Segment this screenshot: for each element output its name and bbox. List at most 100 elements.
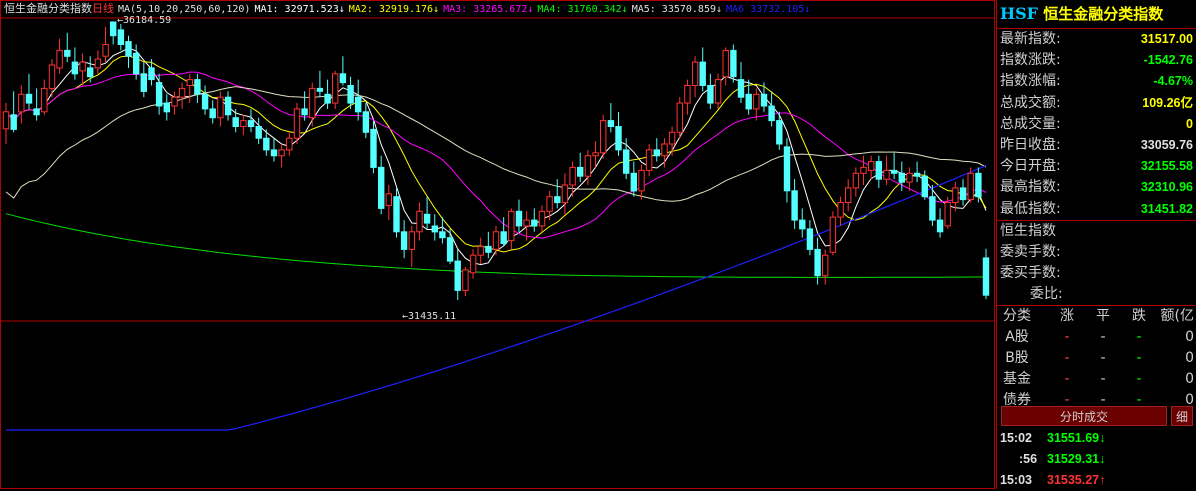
- arrow-up-icon: ↑: [1099, 473, 1106, 487]
- kline-chart[interactable]: 恒生金融分类指数日线 MA(5,10,20,250,60,120) MA1: 329…: [0, 0, 995, 489]
- candle: [332, 73, 339, 104]
- candle: [783, 146, 791, 192]
- trade-price-value: 31529.31: [1047, 452, 1100, 466]
- candle: [25, 93, 33, 104]
- candle: [967, 172, 974, 201]
- candle: [898, 172, 905, 183]
- breakdown-cell-up: -: [1064, 371, 1070, 388]
- candle: [714, 79, 722, 104]
- candle: [837, 202, 844, 218]
- candle: [638, 169, 645, 192]
- chart-period[interactable]: 日线: [92, 2, 114, 15]
- candle: [676, 102, 683, 133]
- trade-time: :56: [1019, 452, 1038, 466]
- tab-detail[interactable]: 细: [1171, 406, 1193, 426]
- candle: [117, 29, 125, 45]
- candle: [515, 210, 523, 227]
- candle: [370, 128, 377, 168]
- candle: [446, 237, 454, 262]
- candle: [87, 67, 94, 78]
- candle: [860, 166, 867, 174]
- breakdown-cell-name: B股: [1005, 350, 1029, 367]
- breakdown-cell-name: 基金: [1003, 371, 1031, 388]
- quote-value: 31451.82: [1140, 201, 1193, 216]
- quote-label: 指数涨幅:: [1000, 73, 1061, 90]
- candle: [316, 87, 324, 92]
- chart-title: 恒生金融分类指数: [4, 2, 92, 15]
- candle: [217, 96, 224, 119]
- ma-value-1: MA1: 32971.523↓: [254, 4, 345, 15]
- candle: [286, 137, 293, 151]
- candle: [875, 161, 882, 180]
- breakdown-header-cell: 分类: [1003, 308, 1031, 325]
- ma-line-2: [5, 55, 987, 253]
- breakdown-header-cell: 平: [1096, 308, 1110, 325]
- candle: [71, 61, 79, 75]
- quote-list: 最新指数: 31517.00 指数涨跌: -1542.76 指数涨幅: -4.67% 总成交…: [997, 29, 1196, 220]
- breakdown-cell-amount: 0: [1185, 371, 1194, 388]
- trade-header: 分时成交 细: [997, 404, 1196, 426]
- candle: [577, 166, 584, 177]
- ma-value-6: MA6 33732.105↓: [726, 4, 811, 15]
- quote-label: 总成交量:: [1000, 115, 1061, 132]
- candle: [255, 126, 262, 139]
- breakdown-cell-down: -: [1136, 371, 1142, 388]
- order-label: 委卖手数:: [1000, 243, 1061, 260]
- candle: [546, 196, 553, 212]
- candle: [155, 82, 163, 107]
- candle: [799, 219, 806, 230]
- candle: [102, 44, 109, 57]
- candle: [64, 49, 71, 57]
- candle: [355, 96, 362, 113]
- candle: [921, 175, 928, 198]
- candle: [240, 120, 247, 127]
- order-list: 委卖手数: 委买手数: 委比:: [997, 242, 1196, 306]
- candle: [110, 21, 117, 37]
- breakdown-cell-up: -: [1064, 350, 1070, 367]
- order-row: 委买手数:: [997, 263, 1196, 284]
- candle: [722, 49, 729, 78]
- quote-value: -4.67%: [1153, 74, 1193, 89]
- candle: [33, 108, 40, 116]
- quote-value: 32310.96: [1140, 180, 1193, 195]
- candle: [760, 93, 768, 107]
- candle: [171, 96, 178, 107]
- candle: [982, 257, 990, 296]
- candle: [538, 210, 546, 227]
- candle: [776, 120, 783, 145]
- trade-time: 15:02: [1000, 431, 1032, 445]
- breakdown-header-cell: 额(亿: [1160, 308, 1194, 325]
- quote-row: 最高指数: 32310.96: [997, 177, 1196, 198]
- index-code: HSF: [1000, 4, 1039, 23]
- quote-row: 指数涨幅: -4.67%: [997, 71, 1196, 92]
- candle: [477, 245, 484, 256]
- quote-row: 指数涨跌: -1542.76: [997, 50, 1196, 71]
- order-label: 委比:: [1030, 286, 1063, 303]
- quote-value: 33059.76: [1140, 137, 1193, 152]
- quote-value: 32155.58: [1140, 159, 1193, 174]
- candle: [41, 87, 48, 113]
- tab-time-sales[interactable]: 分时成交: [1001, 406, 1167, 426]
- breakdown-row: B股 - - - 0: [997, 348, 1196, 369]
- candle: [94, 58, 102, 69]
- quote-row: 总成交量: 0: [997, 114, 1196, 135]
- trade-row: :56 31529.31↓: [997, 449, 1196, 470]
- candle: [263, 137, 270, 151]
- candle: [806, 228, 814, 250]
- candle: [630, 172, 637, 192]
- arrow-down-icon: ↓: [1099, 431, 1106, 445]
- breakdown-cell-flat: -: [1100, 329, 1106, 346]
- candle: [301, 108, 308, 116]
- candle: [668, 131, 676, 145]
- candle: [691, 61, 699, 86]
- quote-label: 总成交额:: [1000, 94, 1061, 111]
- candle: [148, 67, 155, 81]
- candle: [469, 254, 477, 274]
- candle: [645, 149, 653, 171]
- quote-value: 31517.00: [1140, 32, 1193, 46]
- candle: [600, 120, 607, 154]
- quote-row: 总成交额: 109.26亿: [997, 93, 1196, 114]
- index-name: 恒生金融分类指数: [1043, 5, 1164, 23]
- candle: [378, 166, 385, 209]
- kline-canvas[interactable]: [0, 0, 995, 489]
